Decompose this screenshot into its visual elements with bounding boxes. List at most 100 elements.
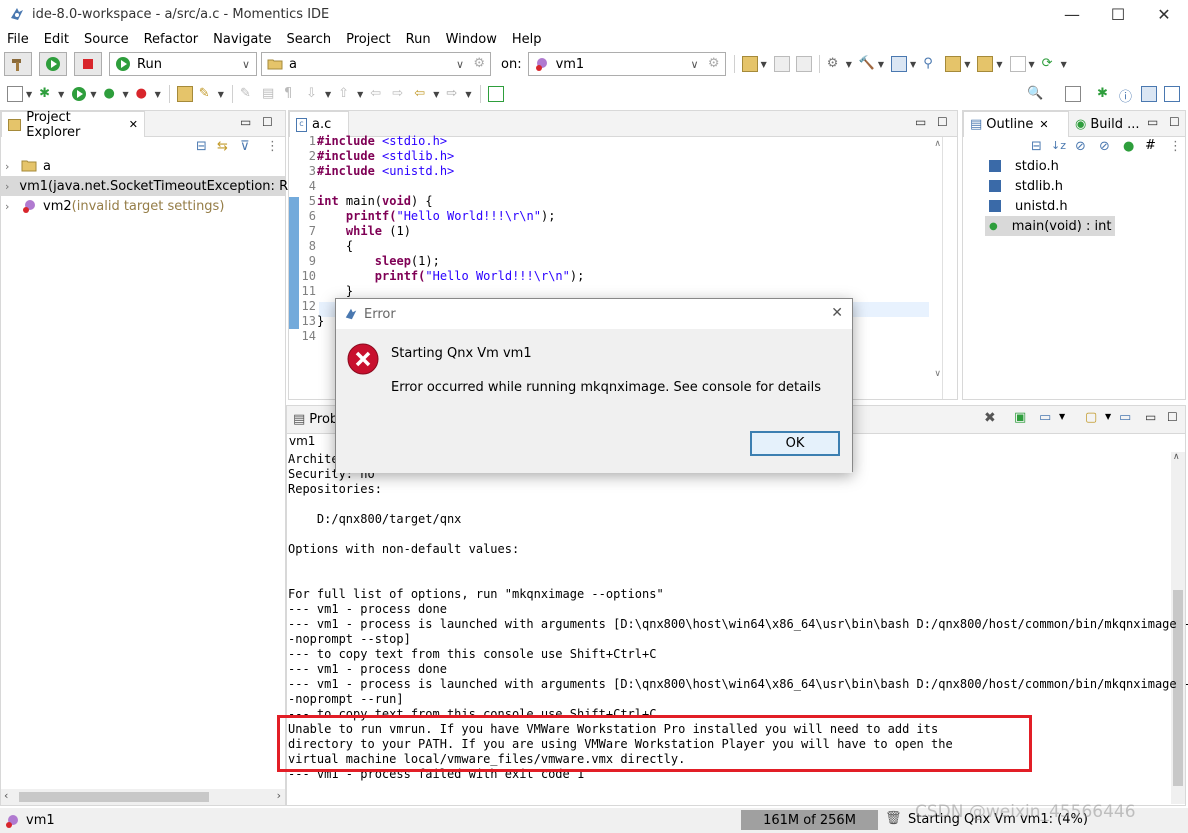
dropdown-arrow-icon[interactable]: ▼ (218, 90, 224, 99)
info-perspective-icon[interactable]: ⓘ (1119, 86, 1135, 105)
dropdown-arrow-icon[interactable]: ▼ (465, 90, 471, 99)
hide-nonpublic-icon[interactable]: ● (1123, 139, 1134, 154)
search-icon[interactable]: 🔍 (1027, 86, 1043, 102)
dropdown-arrow-icon[interactable]: ▼ (878, 60, 884, 69)
collapse-all-icon[interactable]: ⊟ (196, 139, 207, 154)
sort-icon[interactable]: ↓z (1051, 139, 1066, 152)
tab-build-targets[interactable]: ◉ Build ... (1069, 111, 1146, 137)
dropdown-arrow-icon[interactable]: ▼ (996, 60, 1002, 69)
minimize-view-icon[interactable]: ▭ (1145, 410, 1156, 424)
code-line[interactable]: 6 printf("Hello World!!!\r\n"); (300, 209, 556, 224)
menu-refactor[interactable]: Refactor (137, 32, 207, 47)
code-line[interactable]: 13} (300, 314, 325, 329)
dropdown-arrow-icon[interactable]: ▼ (155, 90, 161, 99)
maximize-view-icon[interactable]: ☐ (262, 115, 273, 129)
toggle-block-icon[interactable]: ▤ (262, 86, 278, 102)
maximize-view-icon[interactable]: ☐ (1167, 410, 1178, 424)
minimize-view-icon[interactable]: ▭ (240, 115, 251, 129)
mark-occurrences-icon[interactable]: ✎ (240, 86, 256, 102)
code-line[interactable]: 10 printf("Hello World!!!\r\n"); (300, 269, 585, 284)
menu-navigate[interactable]: Navigate (206, 32, 279, 47)
dropdown-arrow-icon[interactable]: ▼ (357, 90, 363, 99)
scroll-up-icon[interactable]: ∧ (934, 139, 941, 149)
open-console-icon[interactable]: ▢ (1085, 410, 1097, 425)
view-menu-icon[interactable]: ⋮ (266, 139, 279, 154)
save-icon[interactable] (773, 56, 790, 72)
scroll-up-icon[interactable]: ∧ (1173, 452, 1180, 462)
qnx-perspective-icon[interactable] (1164, 86, 1180, 102)
code-line[interactable]: 12 (300, 299, 317, 314)
next-annotation-icon[interactable]: ⇩ (306, 86, 322, 102)
outline-item-stdio[interactable]: stdio.h (989, 156, 1059, 176)
profile-icon[interactable]: ● (103, 86, 119, 102)
gear-icon[interactable]: ⚙ (708, 56, 720, 71)
chevron-right-icon[interactable]: › (5, 160, 17, 173)
menu-help[interactable]: Help (505, 32, 550, 47)
debug-attach-icon[interactable]: ⚲ (923, 56, 939, 72)
dropdown-arrow-icon[interactable]: ▼ (1105, 412, 1111, 421)
code-line[interactable]: 1#include <stdio.h> (300, 134, 447, 149)
scroll-left-icon[interactable]: ‹ (4, 789, 8, 802)
launch-mode-select[interactable]: Run ∨ (109, 52, 257, 76)
dropdown-arrow-icon[interactable]: ▼ (26, 90, 32, 99)
remove-launch-icon[interactable]: ✖ (984, 410, 996, 426)
external-tools-icon[interactable]: ✎ (199, 86, 215, 102)
build-hammer-icon[interactable]: 🔨 (859, 56, 875, 72)
hide-static-icon[interactable]: ⊘ (1099, 139, 1110, 154)
debug-perspective-icon[interactable]: ✱ (1097, 86, 1113, 102)
close-button[interactable]: ✕ (1141, 0, 1187, 28)
menu-project[interactable]: Project (339, 32, 398, 47)
refresh-icon[interactable]: ⟳ (1042, 56, 1058, 72)
menu-search[interactable]: Search (279, 32, 339, 47)
new-wizard-icon[interactable] (741, 56, 758, 72)
run-icon[interactable] (71, 86, 87, 102)
close-tab-icon[interactable]: ✕ (129, 118, 138, 131)
last-edit-icon[interactable]: ⇦ (370, 86, 386, 102)
minimize-button[interactable]: — (1049, 0, 1095, 28)
debug-bug-icon[interactable]: ✱ (39, 86, 55, 102)
tab-project-explorer[interactable]: Project Explorer ✕ (1, 110, 145, 140)
hide-macros-icon[interactable]: # (1145, 138, 1156, 153)
prev-annotation-icon[interactable]: ⇧ (338, 86, 354, 102)
code-line[interactable]: 3#include <unistd.h> (300, 164, 455, 179)
heap-status[interactable]: 161M of 256M (741, 810, 878, 830)
minimize-view-icon[interactable]: ▭ (1147, 115, 1158, 129)
display-console-icon[interactable]: ▭ (1039, 410, 1051, 425)
view-menu-icon[interactable]: ⋮ (1169, 139, 1182, 154)
code-line[interactable]: 11 } (300, 284, 354, 299)
menu-edit[interactable]: Edit (37, 32, 77, 47)
link-editor-icon[interactable]: ⇆ (217, 139, 228, 154)
new-class-icon[interactable] (977, 56, 994, 72)
tab-outline[interactable]: ▤ Outline ✕ (963, 111, 1069, 137)
menu-file[interactable]: File (0, 32, 37, 47)
tree-item-vm2[interactable]: › vm2 (invalid target settings) (5, 196, 224, 216)
code-line[interactable]: 8 { (300, 239, 353, 254)
outline-item-unistd[interactable]: unistd.h (989, 196, 1068, 216)
scroll-right-icon[interactable]: › (277, 789, 281, 802)
code-line[interactable]: 7 while (1) (300, 224, 411, 239)
launch-config-select[interactable]: a ∨ ⚙ (261, 52, 491, 76)
coverage-icon[interactable]: ● (136, 86, 152, 102)
terminal-icon[interactable] (891, 56, 908, 72)
maximize-view-icon[interactable]: ☐ (937, 115, 948, 129)
console-options-icon[interactable]: ▭ (1119, 410, 1131, 425)
open-project-icon[interactable] (176, 86, 193, 102)
maximize-button[interactable]: ☐ (1095, 0, 1141, 28)
chevron-right-icon[interactable]: › (5, 180, 9, 193)
ok-button[interactable]: OK (750, 431, 840, 456)
dropdown-arrow-icon[interactable]: ▼ (846, 60, 852, 69)
hide-fields-icon[interactable]: ⊘ (1075, 139, 1086, 154)
forward-edit-icon[interactable]: ⇨ (392, 86, 408, 102)
chevron-right-icon[interactable]: › (5, 200, 17, 213)
back-icon[interactable]: ⇦ (414, 86, 430, 102)
trash-icon[interactable]: 🗑 (885, 811, 902, 826)
close-tab-icon[interactable]: ✕ (1039, 118, 1048, 131)
code-line[interactable]: 5int main(void) { (300, 194, 433, 209)
menu-window[interactable]: Window (439, 32, 505, 47)
dropdown-arrow-icon[interactable]: ▼ (910, 60, 916, 69)
dropdown-arrow-icon[interactable]: ▼ (1059, 412, 1065, 421)
pin-editor-icon[interactable] (487, 86, 504, 102)
scroll-down-icon[interactable]: ∨ (934, 369, 941, 379)
dropdown-arrow-icon[interactable]: ▼ (761, 60, 767, 69)
forward-icon[interactable]: ⇨ (446, 86, 462, 102)
